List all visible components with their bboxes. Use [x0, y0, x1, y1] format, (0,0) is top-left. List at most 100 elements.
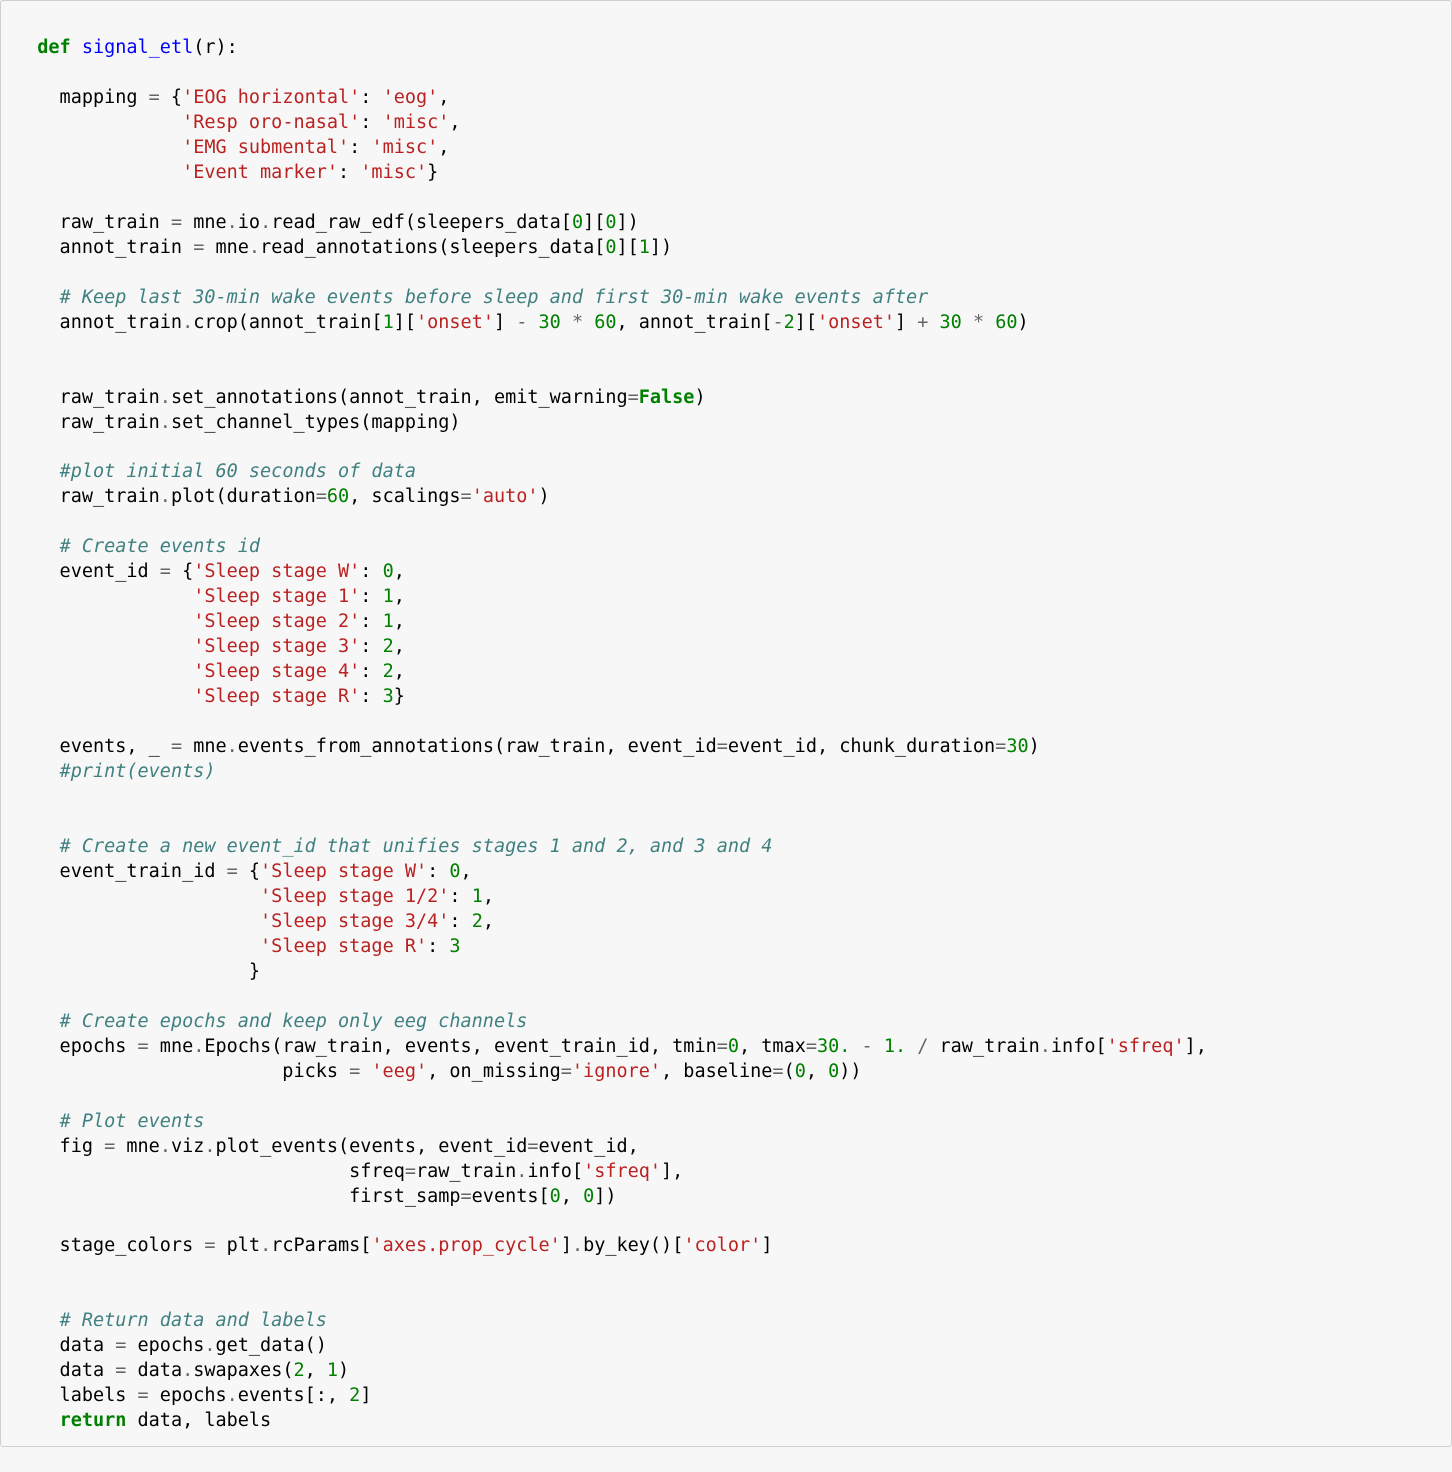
code-token: =	[628, 387, 639, 408]
code-token: +	[917, 312, 928, 333]
code-token: # Keep last 30-min wake events before sl…	[60, 287, 929, 308]
code-token: 1	[472, 886, 483, 907]
code-token: 'Sleep stage 1/2'	[260, 886, 449, 907]
code-token: 1	[383, 611, 394, 632]
code-token: 60	[995, 312, 1017, 333]
code-token: *	[973, 312, 984, 333]
code-token: =	[138, 1036, 149, 1057]
code-token: .	[572, 1235, 583, 1256]
code-token: 2	[349, 1385, 360, 1406]
code-token: 'eog'	[383, 87, 439, 108]
code-token: 1	[639, 237, 650, 258]
code-token: =	[104, 1136, 115, 1157]
code-token: 60	[327, 486, 349, 507]
code-token: =	[461, 486, 472, 507]
code-token: .	[160, 412, 171, 433]
code-token: 'Sleep stage 1'	[193, 586, 360, 607]
code-token: 30	[940, 312, 962, 333]
code-token: 'Sleep stage R'	[260, 936, 427, 957]
code-token: 'color'	[683, 1235, 761, 1256]
code-token: # Return data and labels	[60, 1310, 327, 1331]
code-token: def	[37, 37, 70, 58]
code-token: .	[1040, 1036, 1051, 1057]
code-token: =	[806, 1036, 817, 1057]
code-token: return	[60, 1410, 127, 1431]
code-token: 'Sleep stage 3/4'	[260, 911, 449, 932]
code-token: =	[316, 486, 327, 507]
code-token: # Create epochs and keep only eeg channe…	[60, 1011, 528, 1032]
code-token: 0	[795, 1061, 806, 1082]
code-token: .	[227, 1385, 238, 1406]
code-token: 0	[605, 237, 616, 258]
code-token: 1	[327, 1360, 338, 1381]
code-token: =	[405, 1161, 416, 1182]
code-token: .	[160, 387, 171, 408]
code-token: 0	[449, 861, 460, 882]
code-token: 3	[383, 686, 394, 707]
code-token: 0	[728, 1036, 739, 1057]
code-token: .	[160, 486, 171, 507]
code-token: =	[171, 736, 182, 757]
code-token: 'Sleep stage W'	[260, 861, 427, 882]
code-token: =	[204, 1235, 215, 1256]
code-token: 2	[472, 911, 483, 932]
code-token: .	[516, 1161, 527, 1182]
code-token: 2	[784, 312, 795, 333]
code-token: =	[717, 736, 728, 757]
code-token: =	[138, 1385, 149, 1406]
code-token: 0	[605, 212, 616, 233]
code-token: 'Event marker'	[182, 162, 338, 183]
code-token: =	[461, 1186, 472, 1207]
code-token: 'misc'	[383, 112, 450, 133]
code-token: .	[193, 1036, 204, 1057]
code-token: -	[862, 1036, 873, 1057]
code-token: 'onset'	[416, 312, 494, 333]
code-token: .	[204, 1335, 215, 1356]
code-token: =	[561, 1061, 572, 1082]
code-token: 1	[383, 586, 394, 607]
code-token: 'Sleep stage 4'	[193, 661, 360, 682]
code-token: .	[160, 1136, 171, 1157]
code-token: 2	[293, 1360, 304, 1381]
code-token: =	[995, 736, 1006, 757]
code-token: 60	[594, 312, 616, 333]
code-token: -	[516, 312, 527, 333]
code-token: /	[917, 1036, 928, 1057]
code-token: 'ignore'	[572, 1061, 661, 1082]
code-token: 'misc'	[371, 137, 438, 158]
code-token: 0	[383, 561, 394, 582]
code-token: =	[717, 1036, 728, 1057]
code-token: =	[349, 1061, 360, 1082]
code-token: 'misc'	[360, 162, 427, 183]
code-token: .	[227, 736, 238, 757]
code-token: # Create a new event_id that unifies sta…	[60, 836, 773, 857]
code-token: 'eeg'	[371, 1061, 427, 1082]
code-token: =	[160, 561, 171, 582]
code-token: 2	[383, 661, 394, 682]
code-token: .	[182, 1360, 193, 1381]
code-token: 'Sleep stage 3'	[193, 636, 360, 657]
code-token: .	[227, 212, 238, 233]
code-token: =	[527, 1136, 538, 1157]
code-token: 3	[449, 936, 460, 957]
code-token: #print(events)	[60, 761, 216, 782]
code-content: def signal_etl(r): mapping = {'EOG horiz…	[15, 37, 1207, 1431]
code-token: 'Sleep stage R'	[193, 686, 360, 707]
code-token: .	[260, 1235, 271, 1256]
code-token: 'Resp oro-nasal'	[182, 112, 360, 133]
code-token: 'axes.prop_cycle'	[371, 1235, 560, 1256]
code-token: =	[115, 1360, 126, 1381]
code-token: 'Sleep stage 2'	[193, 611, 360, 632]
code-token: signal_etl	[82, 37, 193, 58]
code-token: .	[260, 212, 271, 233]
code-token: 0	[828, 1061, 839, 1082]
code-token: 1	[383, 312, 394, 333]
code-token: 30.	[817, 1036, 850, 1057]
code-token: 'auto'	[472, 486, 539, 507]
code-token: # Create events id	[60, 536, 260, 557]
code-token: 0	[583, 1186, 594, 1207]
code-token: #plot initial 60 seconds of data	[60, 461, 416, 482]
code-token: .	[249, 237, 260, 258]
code-token: False	[639, 387, 695, 408]
code-token: 'sfreq'	[583, 1161, 661, 1182]
